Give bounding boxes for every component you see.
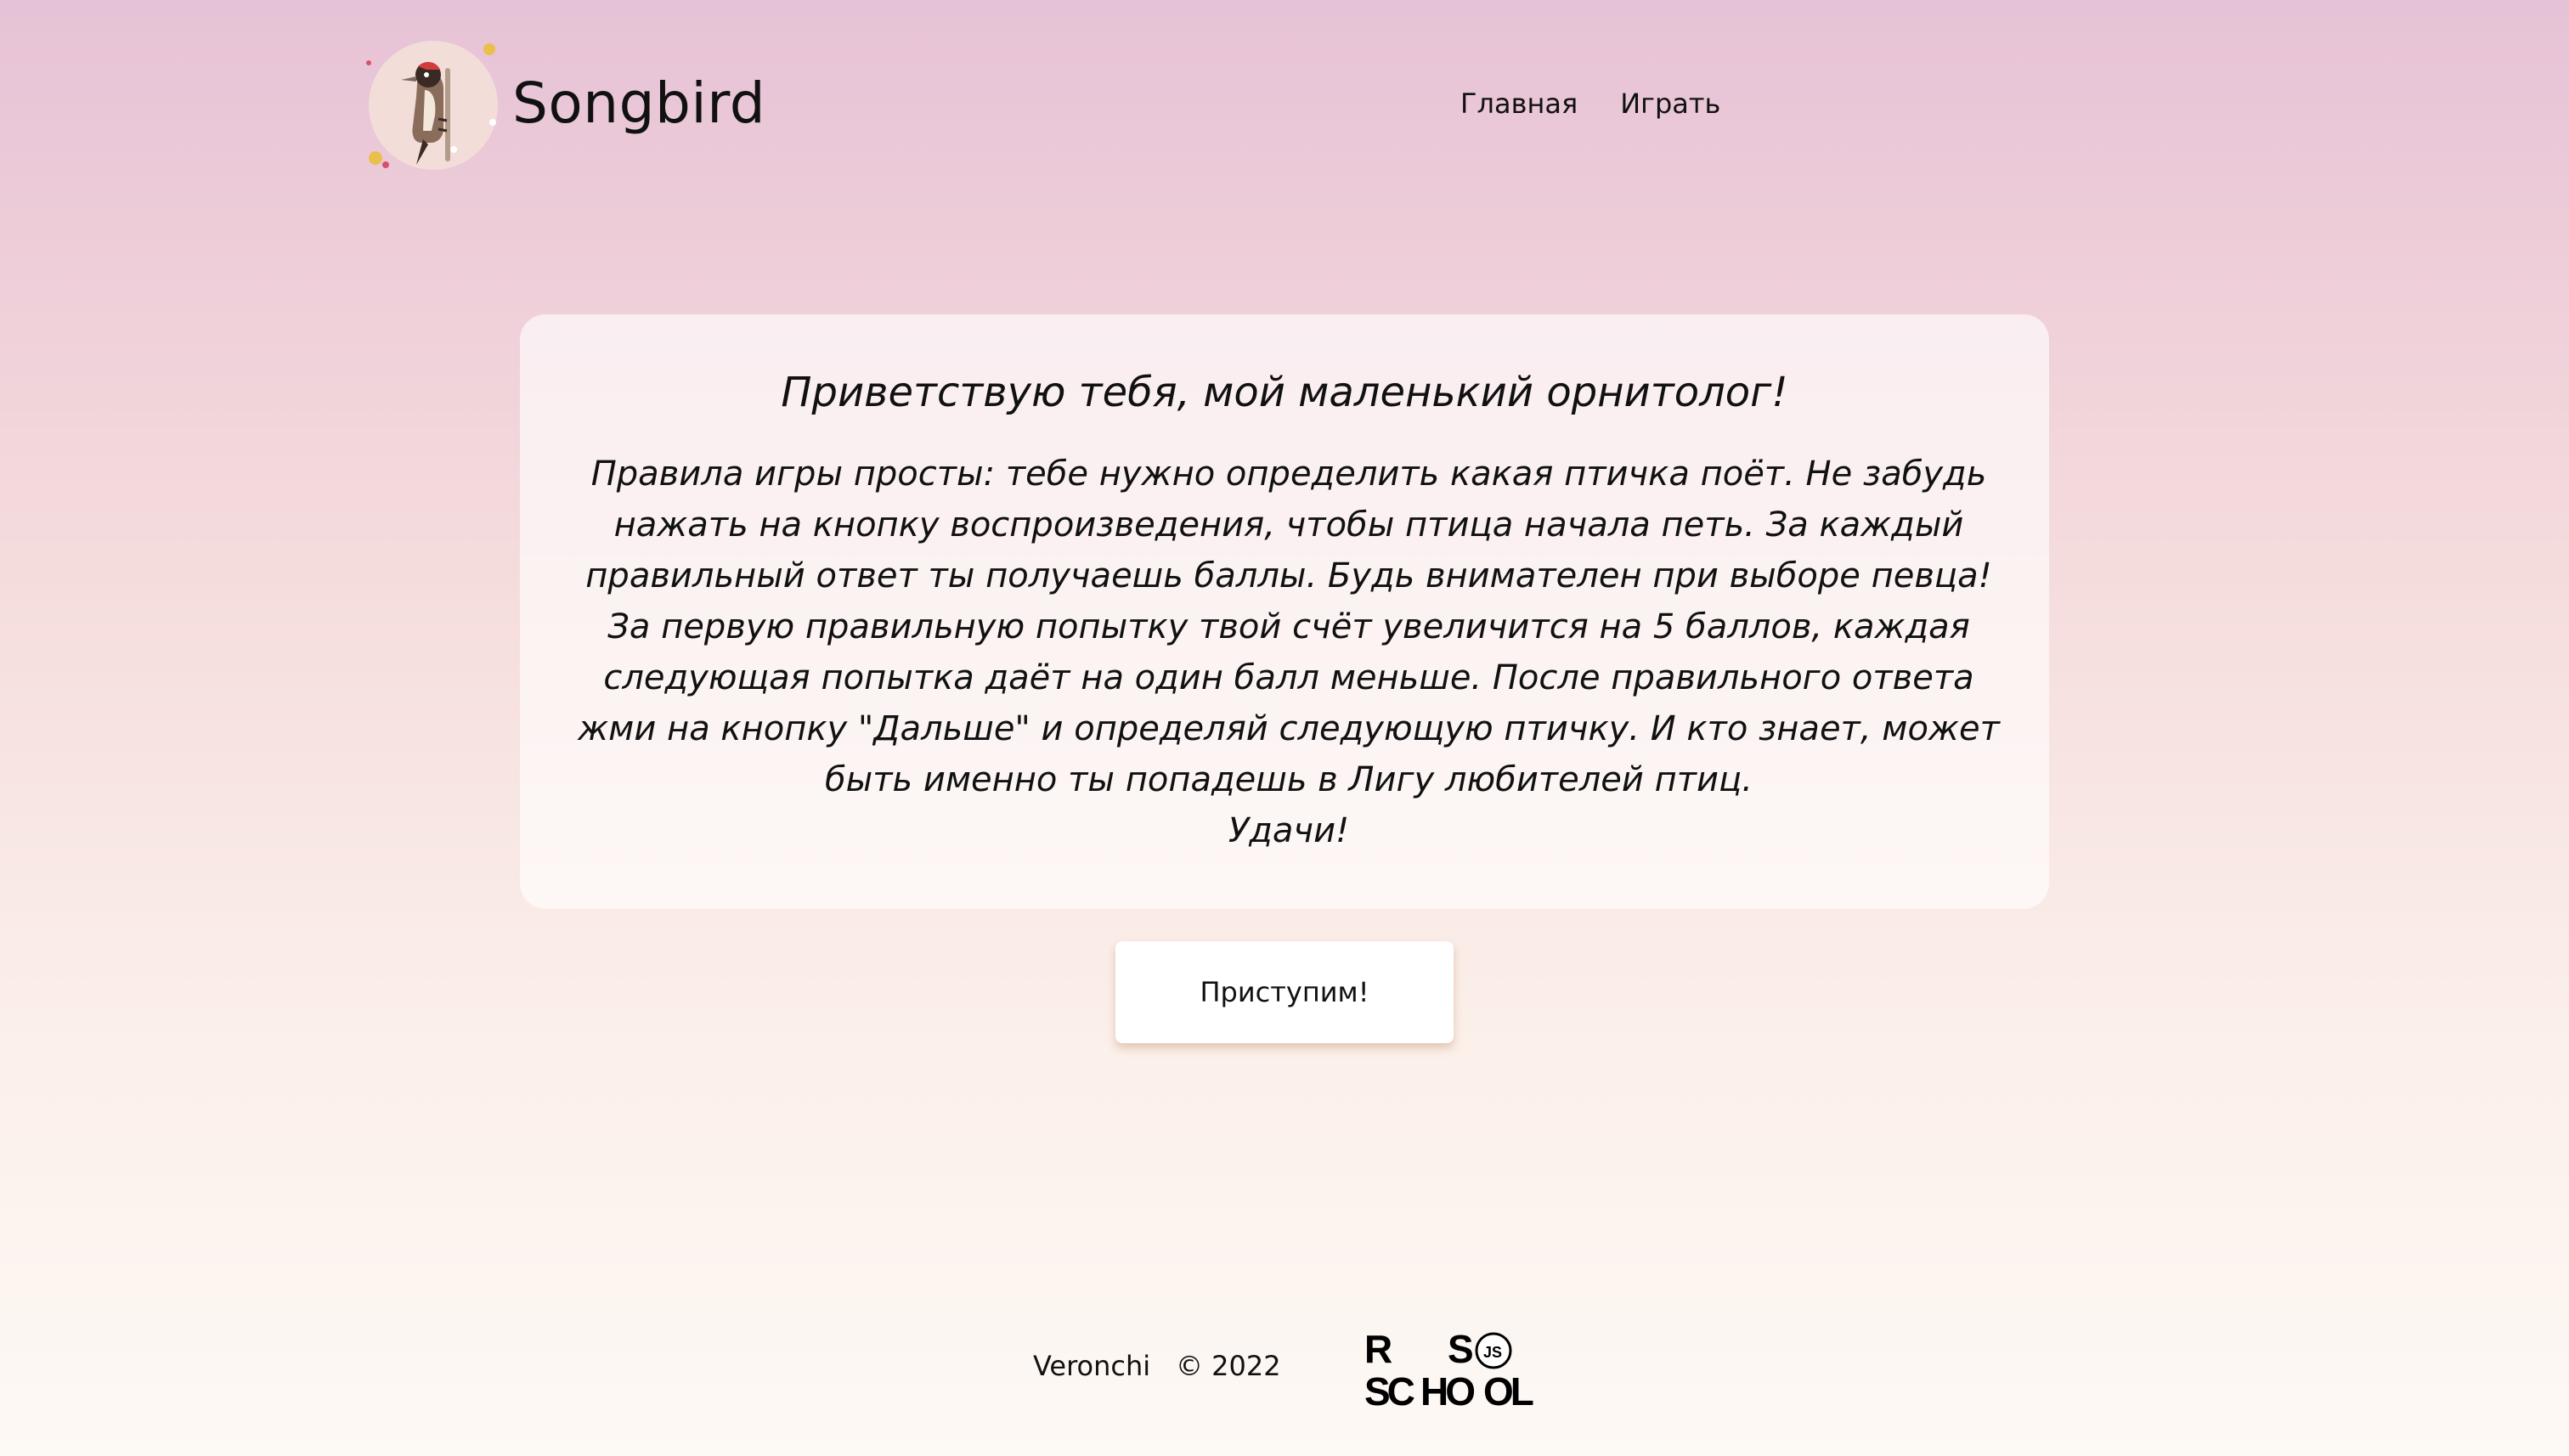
start-button[interactable]: Приступим! bbox=[1115, 941, 1454, 1043]
svg-text:SC: SC bbox=[1364, 1369, 1414, 1410]
welcome-card: Приветствую тебя, мой маленький орнитоло… bbox=[520, 314, 2049, 909]
svg-text:S: S bbox=[1448, 1327, 1474, 1371]
brand-title[interactable]: Songbird bbox=[512, 70, 765, 138]
svg-text:JS: JS bbox=[1483, 1344, 1502, 1361]
svg-text:HO: HO bbox=[1420, 1369, 1474, 1410]
svg-text:OL: OL bbox=[1483, 1369, 1533, 1410]
woodpecker-logo-icon[interactable] bbox=[365, 37, 501, 173]
author-link[interactable]: Veronchi bbox=[1033, 1347, 1150, 1385]
rs-school-logo-icon[interactable]: R S SC HO OL JS bbox=[1364, 1325, 1551, 1410]
copyright-text: © 2022 bbox=[1176, 1350, 1281, 1382]
nav-item-home[interactable]: Главная bbox=[1460, 85, 1578, 122]
site-header: Songbird Главная Играть bbox=[365, 37, 2200, 173]
svg-text:R: R bbox=[1364, 1327, 1392, 1371]
luck-text: Удачи! bbox=[1228, 811, 1350, 850]
rules-text: Правила игры просты: тебе нужно определи… bbox=[578, 454, 2000, 799]
nav-item-play[interactable]: Играть bbox=[1620, 85, 1720, 122]
site-footer: Veronchi © 2022 R S SC HO OL JS bbox=[1033, 1325, 1543, 1410]
main-nav: Главная Играть bbox=[1460, 85, 1720, 122]
welcome-title: Приветствую тебя, мой маленький орнитоло… bbox=[781, 369, 1788, 416]
